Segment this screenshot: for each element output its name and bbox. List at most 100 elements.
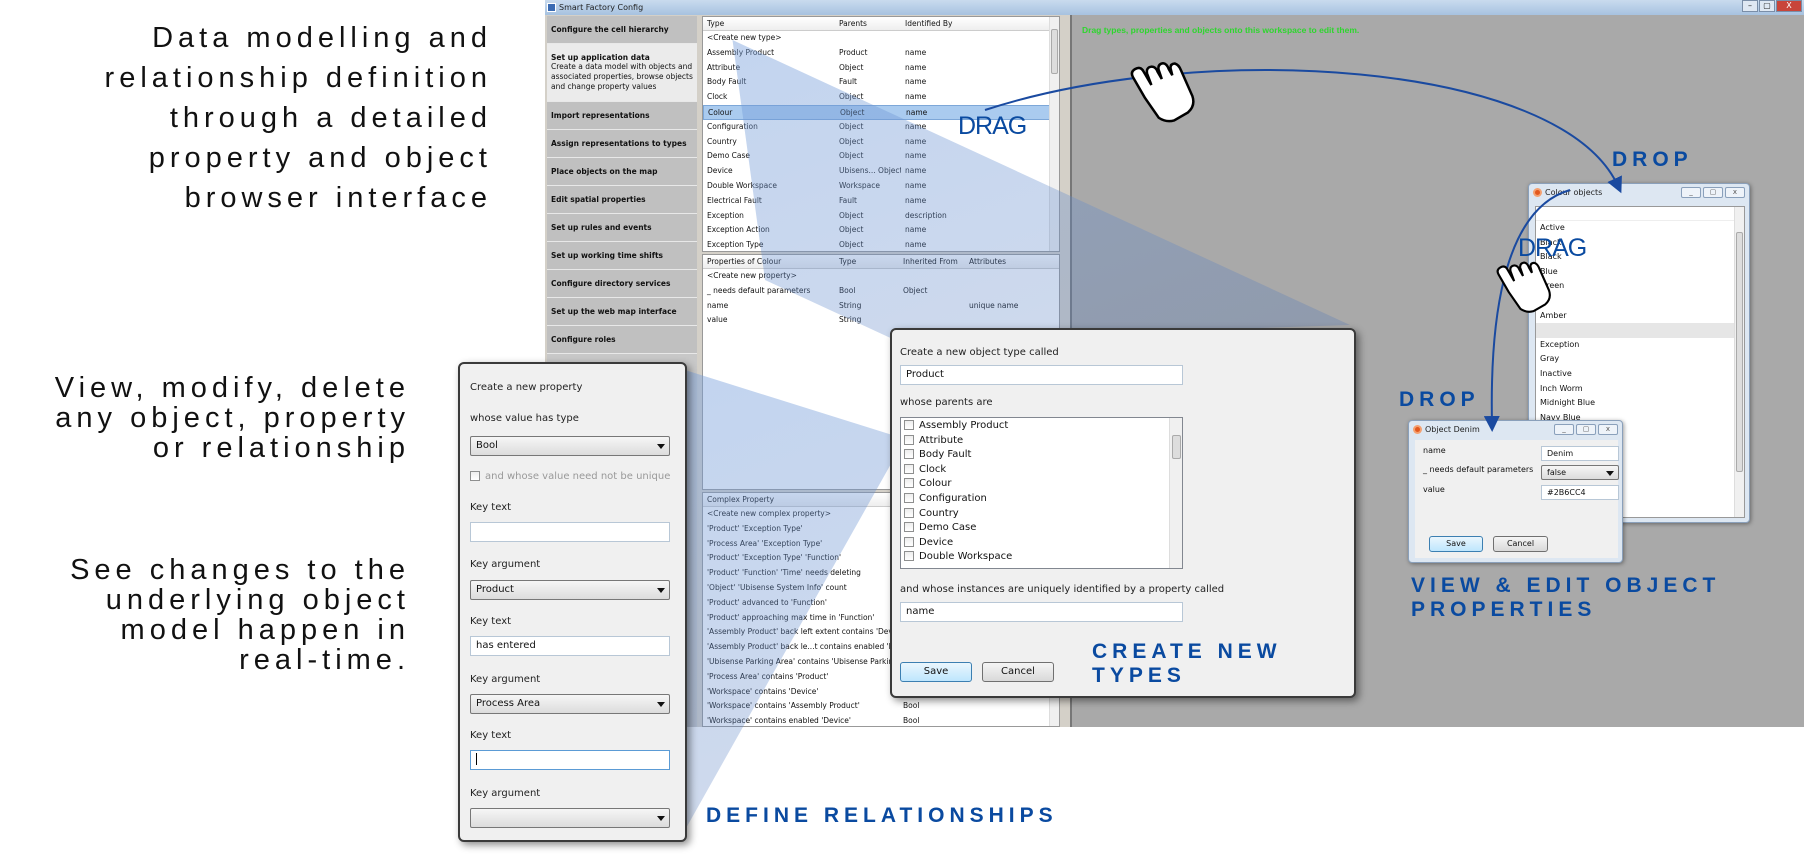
identifier-input[interactable]: name — [900, 602, 1183, 622]
table-row[interactable]: Body Fault Fault name — [703, 75, 1059, 90]
key-argument-select[interactable]: Process Area — [470, 694, 670, 714]
list-item[interactable]: Inactive — [1536, 367, 1744, 382]
unique-checkbox[interactable] — [470, 471, 480, 481]
list-item[interactable]: Exception — [1536, 338, 1744, 353]
minimize-button[interactable]: _ — [1681, 187, 1701, 198]
cancel-button[interactable]: Cancel — [982, 662, 1054, 682]
key-text-input-focused[interactable] — [470, 750, 670, 770]
value-field[interactable]: #2B6CC4 — [1541, 485, 1619, 500]
sidebar-item-web-map[interactable]: Set up the web map interface — [547, 298, 697, 326]
scroll-thumb[interactable] — [1051, 29, 1058, 74]
parent-checkbox-item[interactable]: Assembly Product — [901, 419, 1182, 434]
value-type-select[interactable]: Bool — [470, 436, 670, 456]
parent-checkbox-item[interactable]: Clock — [901, 463, 1182, 478]
table-row[interactable]: Demo Case Object name — [703, 149, 1059, 164]
colour-objects-titlebar[interactable]: Colour objects _ ▢ x — [1529, 184, 1749, 202]
sidebar-item-rules-events[interactable]: Set up rules and events — [547, 214, 697, 242]
table-row[interactable]: name String unique name — [703, 299, 1059, 314]
table-row[interactable]: Exception Object description — [703, 209, 1059, 224]
column-header-inherited-from[interactable]: Inherited From — [899, 255, 965, 268]
list-item[interactable]: Green — [1536, 279, 1744, 294]
checkbox[interactable] — [904, 463, 914, 474]
checkbox[interactable] — [904, 449, 914, 460]
maximize-button[interactable]: ▢ — [1759, 0, 1775, 12]
table-row[interactable]: Assembly Product Product name — [703, 46, 1059, 61]
table-row[interactable]: Electrical Fault Fault name — [703, 194, 1059, 209]
minimize-button[interactable]: _ — [1554, 424, 1574, 435]
sidebar-item-place-objects[interactable]: Place objects on the map — [547, 158, 697, 186]
colour-objects-scrollbar[interactable] — [1734, 207, 1744, 517]
checkbox[interactable] — [904, 434, 914, 445]
key-argument-select[interactable]: Product — [470, 580, 670, 600]
type-name-input[interactable]: Product — [900, 365, 1183, 385]
column-header-property[interactable]: Properties of Colour — [703, 255, 835, 268]
checkbox[interactable] — [904, 492, 914, 503]
cancel-button[interactable]: Cancel — [1493, 536, 1548, 552]
list-item[interactable]: Amber — [1536, 309, 1744, 324]
key-text-input[interactable] — [470, 522, 670, 542]
parent-checkbox-item[interactable]: Country — [901, 507, 1182, 522]
sidebar-item-import-representations[interactable]: Import representations — [547, 102, 697, 130]
parent-checkbox-item[interactable]: Demo Case — [901, 521, 1182, 536]
list-item[interactable]: Midnight Blue — [1536, 396, 1744, 411]
save-button[interactable]: Save — [1429, 536, 1483, 552]
types-scrollbar[interactable] — [1049, 17, 1059, 251]
checkbox[interactable] — [904, 420, 914, 430]
sidebar-item-directory-services[interactable]: Configure directory services — [547, 270, 697, 298]
unique-checkbox-row[interactable]: and whose value need not be unique — [470, 471, 670, 482]
table-row[interactable]: Exception Action Object name — [703, 223, 1059, 238]
checkbox[interactable] — [904, 478, 914, 489]
table-row[interactable]: Exception Type Object name — [703, 238, 1059, 251]
table-row[interactable]: Attribute Object name — [703, 61, 1059, 76]
name-field[interactable]: Denim — [1541, 446, 1619, 461]
maximize-button[interactable]: ▢ — [1703, 187, 1723, 198]
sidebar-item-time-shifts[interactable]: Set up working time shifts — [547, 242, 697, 270]
checkbox[interactable] — [904, 522, 914, 533]
sidebar-item-spatial-properties[interactable]: Edit spatial properties — [547, 186, 697, 214]
key-text-input[interactable]: has entered — [470, 636, 670, 656]
parents-scrollbar[interactable] — [1169, 418, 1182, 568]
column-header-parents[interactable]: Parents — [835, 17, 901, 30]
key-argument-select[interactable] — [470, 808, 670, 828]
checkbox[interactable] — [904, 551, 914, 562]
object-denim-titlebar[interactable]: Object Denim _ ▢ x — [1409, 421, 1622, 439]
column-header-attributes[interactable]: Attributes — [965, 255, 1045, 268]
close-button[interactable]: X — [1776, 0, 1802, 12]
sidebar-item-roles[interactable]: Configure roles — [547, 326, 697, 354]
table-row[interactable]: value String — [703, 313, 1059, 328]
table-row[interactable]: 'Workspace' contains enabled 'Device' Boo… — [703, 714, 1059, 726]
column-header-type[interactable]: Type — [703, 17, 835, 30]
column-header-identified-by[interactable]: Identified By — [901, 17, 1001, 30]
table-row[interactable]: <Create new type> — [703, 31, 1059, 46]
close-button[interactable]: x — [1598, 424, 1618, 435]
needs-default-select[interactable]: false — [1541, 465, 1619, 480]
save-button[interactable]: Save — [900, 662, 972, 682]
sidebar-item-cell-hierarchy[interactable]: Configure the cell hierarchy — [547, 16, 697, 44]
scroll-thumb[interactable] — [1172, 435, 1181, 459]
sidebar-item-application-data[interactable]: Set up application data Create a data mo… — [547, 44, 697, 102]
table-row[interactable]: Double Workspace Workspace name — [703, 179, 1059, 194]
parent-checkbox-item[interactable]: Device — [901, 536, 1182, 551]
parent-checkbox-item[interactable]: Double Workspace — [901, 550, 1182, 565]
parent-checkbox-item[interactable]: Colour — [901, 477, 1182, 492]
parent-checkbox-item[interactable]: Attribute — [901, 434, 1182, 449]
checkbox[interactable] — [904, 536, 914, 547]
table-row[interactable]: <Create new property> — [703, 269, 1059, 284]
maximize-button[interactable]: ▢ — [1576, 424, 1596, 435]
checkbox[interactable] — [904, 507, 914, 518]
minimize-button[interactable]: – — [1742, 0, 1758, 12]
table-row[interactable]: 'Workspace' contains 'Assembly Product' B… — [703, 699, 1059, 714]
sidebar-item-assign-representations[interactable]: Assign representations to types — [547, 130, 697, 158]
close-button[interactable]: x — [1725, 187, 1745, 198]
parent-checkbox-item[interactable]: Configuration — [901, 492, 1182, 507]
list-item[interactable]: Inch Worm — [1536, 382, 1744, 397]
list-item[interactable] — [1536, 294, 1744, 309]
table-row[interactable]: Clock Object name — [703, 90, 1059, 105]
list-item[interactable]: Blue — [1536, 265, 1744, 280]
list-item[interactable]: Gray — [1536, 352, 1744, 367]
column-header-type[interactable]: Type — [835, 255, 899, 268]
column-header-complex-property[interactable]: Complex Property — [703, 493, 899, 506]
table-row[interactable]: _ needs default parameters Bool Object — [703, 284, 1059, 299]
scroll-thumb[interactable] — [1736, 232, 1743, 472]
table-row[interactable]: Device Ubisens... Object name — [703, 164, 1059, 179]
